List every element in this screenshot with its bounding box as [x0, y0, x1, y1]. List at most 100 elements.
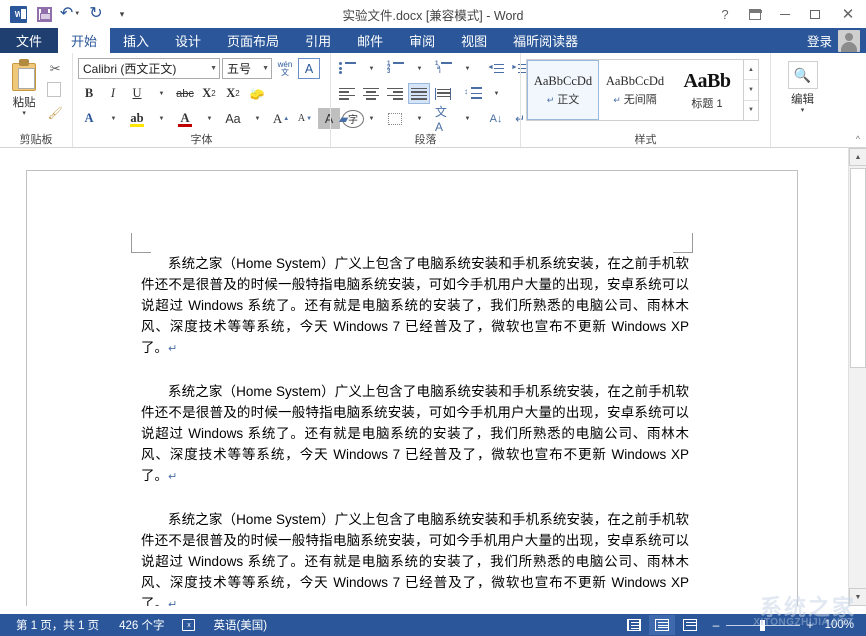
chevron-down-icon[interactable]: ▼ [258, 65, 269, 72]
read-mode-view-button[interactable] [621, 615, 647, 635]
phonetic-guide-button[interactable]: wén文 [274, 58, 296, 79]
editing-button[interactable]: 🔍 编辑 ▾ [776, 57, 829, 130]
line-spacing-caret[interactable]: ▼ [485, 83, 507, 104]
align-right-button[interactable] [384, 83, 406, 104]
tab-insert[interactable]: 插入 [110, 28, 162, 53]
text-effects-button[interactable]: A [78, 108, 100, 129]
strikethrough-button[interactable]: abc [174, 83, 196, 104]
underline-dropdown-caret[interactable]: ▼ [150, 83, 172, 104]
bold-button[interactable]: B [78, 83, 100, 104]
tab-review[interactable]: 审阅 [396, 28, 448, 53]
scroll-up-icon[interactable]: ▲ [849, 148, 866, 166]
zoom-level[interactable]: 100% [820, 619, 854, 631]
tab-references[interactable]: 引用 [292, 28, 344, 53]
close-icon[interactable]: ✕ [830, 1, 866, 27]
scroll-down-icon[interactable]: ▼ [849, 588, 866, 606]
customize-qat-icon[interactable]: ▾ [110, 3, 134, 25]
proofing-status[interactable]: x [174, 619, 203, 631]
highlight-caret[interactable]: ▼ [150, 108, 172, 129]
undo-icon[interactable]: ↶▼ [58, 3, 82, 25]
print-layout-view-button[interactable] [649, 615, 675, 635]
font-color-caret[interactable]: ▼ [198, 108, 220, 129]
word-count[interactable]: 426 个字 [109, 617, 174, 633]
superscript-button[interactable]: X2 [222, 83, 244, 104]
tab-mailings[interactable]: 邮件 [344, 28, 396, 53]
cut-button[interactable]: ✂ [45, 59, 65, 78]
tab-home[interactable]: 开始 [58, 28, 110, 53]
sign-in-link[interactable]: 登录 [807, 31, 832, 50]
chevron-down-icon[interactable]: ▼ [206, 65, 217, 72]
vertical-scrollbar[interactable]: ▲ ▼ [848, 148, 866, 606]
save-icon[interactable] [32, 3, 56, 25]
language-status[interactable]: 英语(美国) [203, 617, 277, 633]
distribute-button[interactable] [432, 83, 454, 104]
font-name-combo[interactable]: Calibri (西文正文) ▼ [78, 58, 220, 79]
borders-caret[interactable]: ▼ [408, 108, 430, 129]
scrollbar-thumb[interactable] [850, 168, 866, 368]
multilevel-caret[interactable]: ▼ [456, 58, 478, 79]
style-item-heading-1[interactable]: AaBb 标题 1 [671, 60, 743, 120]
font-color-button[interactable]: A [174, 108, 196, 129]
justify-button[interactable] [408, 83, 430, 104]
cn-layout-button[interactable]: 文A [432, 108, 454, 129]
numbering-caret[interactable]: ▼ [408, 58, 430, 79]
tab-view[interactable]: 视图 [448, 28, 500, 53]
tab-design[interactable]: 设计 [162, 28, 214, 53]
maximize-icon[interactable] [800, 1, 830, 27]
styles-scroll-up-icon[interactable]: ▲ [744, 60, 758, 80]
tab-foxit-reader[interactable]: 福昕阅读器 [500, 28, 591, 53]
document-area[interactable]: 系统之家（Home System）广义上包含了电脑系统安装和手机系统安装，在之前… [0, 148, 848, 606]
redo-icon[interactable]: ↻ [84, 3, 108, 25]
styles-more-icon[interactable]: ▼ [744, 101, 758, 120]
line-spacing-button[interactable]: ↕ [461, 83, 483, 104]
shrink-font-button[interactable]: A▼ [294, 108, 316, 129]
zoom-slider[interactable] [726, 625, 800, 626]
zoom-out-button[interactable]: – [711, 618, 721, 632]
avatar[interactable] [838, 30, 860, 52]
shading-button[interactable]: ▰ [336, 108, 358, 129]
zoom-slider-thumb[interactable] [760, 620, 765, 631]
styles-scroll-down-icon[interactable]: ▼ [744, 80, 758, 100]
paste-dropdown-caret[interactable]: ▾ [22, 110, 26, 118]
grow-font-button[interactable]: A▲ [270, 108, 292, 129]
align-left-button[interactable] [336, 83, 358, 104]
paste-button[interactable]: 粘贴 ▾ [5, 57, 43, 130]
borders-button[interactable] [384, 108, 406, 129]
text-effects-caret[interactable]: ▼ [102, 108, 124, 129]
clear-formatting-button[interactable]: 🧽 [246, 83, 268, 104]
help-icon[interactable]: ? [710, 1, 740, 27]
tab-page-layout[interactable]: 页面布局 [214, 28, 292, 53]
bullets-button[interactable] [336, 58, 358, 79]
web-layout-view-button[interactable] [677, 615, 703, 635]
style-item-no-spacing[interactable]: AaBbCcDd ↵ 无间隔 [599, 60, 671, 120]
format-painter-button[interactable]: 🖌 [45, 103, 65, 122]
font-size-combo[interactable]: 五号 ▼ [222, 58, 272, 79]
zoom-in-button[interactable]: + [805, 618, 815, 632]
change-case-caret[interactable]: ▼ [246, 108, 268, 129]
page-count[interactable]: 第 1 页，共 1 页 [6, 617, 109, 633]
enclose-characters-button[interactable]: A [298, 58, 320, 79]
document-text[interactable]: 系统之家（Home System）广义上包含了电脑系统安装和手机系统安装，在之前… [141, 253, 689, 606]
cn-layout-caret[interactable]: ▼ [456, 108, 478, 129]
subscript-button[interactable]: X2 [198, 83, 220, 104]
word-app-icon[interactable]: W [6, 3, 30, 25]
minimize-icon[interactable] [770, 1, 800, 27]
multilevel-list-button[interactable]: 1ai [432, 58, 454, 79]
bullets-caret[interactable]: ▼ [360, 58, 382, 79]
italic-button[interactable]: I [102, 83, 124, 104]
copy-button[interactable] [45, 81, 65, 100]
decrease-indent-button[interactable] [485, 58, 507, 79]
align-center-button[interactable] [360, 83, 382, 104]
change-case-button[interactable]: Aa [222, 108, 244, 129]
ribbon-display-options-icon[interactable] [740, 1, 770, 27]
zoom-control[interactable]: – + 100% [705, 618, 860, 632]
sort-button[interactable]: A↓ [485, 108, 507, 129]
numbering-button[interactable]: 123 [384, 58, 406, 79]
style-item-normal[interactable]: AaBbCcDd ↵ 正文 [527, 60, 599, 120]
editing-caret[interactable]: ▾ [801, 107, 805, 115]
underline-button[interactable]: U [126, 83, 148, 104]
highlight-color-button[interactable]: ab [126, 108, 148, 129]
tab-file[interactable]: 文件 [0, 28, 58, 53]
shading-caret[interactable]: ▼ [360, 108, 382, 129]
document-page[interactable]: 系统之家（Home System）广义上包含了电脑系统安装和手机系统安装，在之前… [26, 170, 798, 606]
